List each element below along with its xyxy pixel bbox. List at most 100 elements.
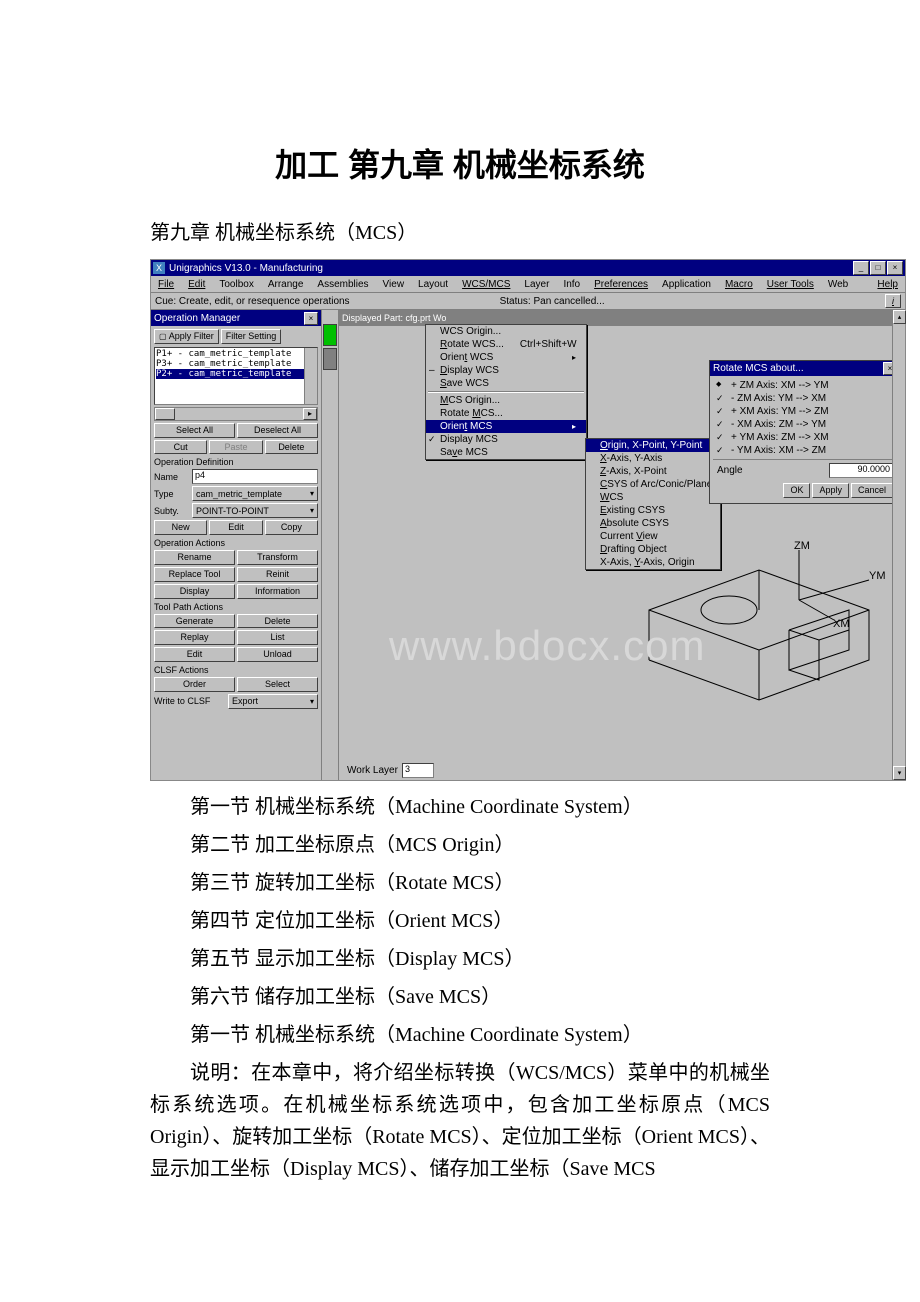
menu-preferences[interactable]: Preferences (589, 279, 653, 290)
scroll-right-icon[interactable]: ▸ (303, 408, 317, 420)
name-label: Name (154, 472, 188, 482)
display-button[interactable]: Display (154, 584, 235, 599)
export-dropdown[interactable]: Export▾ (228, 694, 318, 709)
menu-view[interactable]: View (378, 279, 410, 290)
submenu-csys-arc[interactable]: CSYS of Arc/Conic/Plane (586, 478, 720, 491)
list-item[interactable]: P1+ - cam_metric_template (156, 349, 316, 359)
generate-button[interactable]: Generate (154, 614, 235, 629)
replay-button[interactable]: Replay (154, 630, 235, 645)
menu-layer[interactable]: Layer (519, 279, 554, 290)
section-4: 第四节 定位加工坐标（Orient MCS） (150, 905, 770, 937)
indicator-gray (323, 348, 337, 370)
submenu-zaxis-xpoint[interactable]: Z-Axis, X-Point (586, 465, 720, 478)
menu-display-wcs[interactable]: Display WCS (426, 364, 586, 377)
tpa-delete-button[interactable]: Delete (237, 614, 318, 629)
list-hscroll[interactable]: ▸ (154, 407, 318, 421)
submenu-xaxis-yaxis[interactable]: X-Axis, Y-Axis (586, 452, 720, 465)
rot-opt-mzm[interactable]: - ZM Axis: YM --> XM (713, 392, 897, 405)
menu-arrange[interactable]: Arrange (263, 279, 309, 290)
minimize-button[interactable]: _ (853, 261, 869, 275)
list-scrollbar[interactable] (304, 348, 317, 404)
menu-layout[interactable]: Layout (413, 279, 453, 290)
unload-button[interactable]: Unload (237, 647, 318, 662)
list-item[interactable]: P3+ - cam_metric_template (156, 359, 316, 369)
order-button[interactable]: Order (154, 677, 235, 692)
menu-mcs-origin[interactable]: MCS Origin... (426, 394, 586, 407)
rot-opt-pzm[interactable]: + ZM Axis: XM --> YM (713, 379, 897, 392)
paste-button[interactable]: Paste (209, 440, 262, 455)
select-button[interactable]: Select (237, 677, 318, 692)
scroll-up-icon[interactable]: ▴ (893, 310, 906, 324)
new-button[interactable]: New (154, 520, 207, 535)
menu-help[interactable]: Help (872, 279, 903, 290)
select-all-button[interactable]: Select All (154, 423, 235, 438)
submenu-wcs[interactable]: WCS (586, 491, 720, 504)
om-close-button[interactable]: × (304, 312, 318, 325)
menu-file[interactable]: File (153, 279, 179, 290)
menu-save-mcs[interactable]: Save MCS (426, 446, 586, 459)
menu-application[interactable]: Application (657, 279, 716, 290)
menu-macro[interactable]: Macro (720, 279, 758, 290)
type-dropdown[interactable]: cam_metric_template▾ (192, 486, 318, 501)
rot-opt-mym[interactable]: - YM Axis: XM --> ZM (713, 444, 897, 457)
menu-edit[interactable]: Edit (183, 279, 210, 290)
copy-button[interactable]: Copy (265, 520, 318, 535)
menu-wcs-mcs[interactable]: WCS/MCS (457, 279, 515, 290)
list-item[interactable]: P2+ - cam_metric_template (156, 369, 316, 379)
wcs-mcs-menu: WCS Origin... Rotate WCS...Ctrl+Shift+W … (425, 324, 587, 460)
menu-user-tools[interactable]: User Tools (762, 279, 819, 290)
replace-tool-button[interactable]: Replace Tool (154, 567, 235, 582)
rot-opt-pym[interactable]: + YM Axis: ZM --> XM (713, 431, 897, 444)
cut-button[interactable]: Cut (154, 440, 207, 455)
filter-setting-button[interactable]: Filter Setting (221, 329, 282, 344)
menu-save-wcs[interactable]: Save WCS (426, 377, 586, 390)
graphics-canvas[interactable]: Displayed Part: cfg.prt Wo WCS Origin...… (339, 310, 905, 780)
submenu-existing-csys[interactable]: Existing CSYS (586, 504, 720, 517)
close-button[interactable]: × (887, 261, 903, 275)
scroll-thumb[interactable] (155, 408, 175, 420)
menu-wcs-origin[interactable]: WCS Origin... (426, 325, 586, 338)
canvas-vscroll[interactable]: ▴ ▾ (892, 310, 905, 780)
submenu-xaxis-yaxis-origin[interactable]: X-Axis, Y-Axis, Origin (586, 556, 720, 569)
subtype-dropdown[interactable]: POINT-TO-POINT▾ (192, 503, 318, 518)
deselect-all-button[interactable]: Deselect All (237, 423, 318, 438)
cue-bar: Cue: Create, edit, or resequence operati… (151, 293, 905, 310)
scroll-down-icon[interactable]: ▾ (893, 766, 906, 780)
maximize-button[interactable]: □ (870, 261, 886, 275)
ok-button[interactable]: OK (783, 483, 810, 498)
transform-button[interactable]: Transform (237, 550, 318, 565)
submenu-drafting-object[interactable]: Drafting Object (586, 543, 720, 556)
info-icon[interactable]: i (885, 294, 901, 308)
menu-web[interactable]: Web (823, 279, 853, 290)
submenu-current-view[interactable]: Current View (586, 530, 720, 543)
edit-button[interactable]: Edit (209, 520, 262, 535)
submenu-origin-xpt-ypt[interactable]: Origin, X-Point, Y-Point (586, 439, 720, 452)
menu-orient-wcs[interactable]: Orient WCS (426, 351, 586, 364)
menu-info[interactable]: Info (558, 279, 585, 290)
menu-orient-mcs[interactable]: Orient MCS (426, 420, 586, 433)
work-layer-input[interactable]: 3 (402, 763, 434, 778)
delete-button[interactable]: Delete (265, 440, 318, 455)
menu-display-mcs[interactable]: Display MCS (426, 433, 586, 446)
reinit-button[interactable]: Reinit (237, 567, 318, 582)
cancel-button[interactable]: Cancel (851, 483, 893, 498)
rename-button[interactable]: Rename (154, 550, 235, 565)
menu-rotate-mcs[interactable]: Rotate MCS... (426, 407, 586, 420)
submenu-absolute-csys[interactable]: Absolute CSYS (586, 517, 720, 530)
angle-input[interactable]: 90.0000 (829, 463, 893, 478)
list-button[interactable]: List (237, 630, 318, 645)
chapter-heading: 第九章 机械坐标系统（MCS） (150, 216, 840, 245)
information-button[interactable]: Information (237, 584, 318, 599)
apply-button[interactable]: Apply (812, 483, 849, 498)
dialog-titlebar: Rotate MCS about... × (710, 361, 900, 376)
menu-assemblies[interactable]: Assemblies (312, 279, 373, 290)
rot-opt-mxm[interactable]: - XM Axis: ZM --> YM (713, 418, 897, 431)
operation-list[interactable]: P1+ - cam_metric_template P3+ - cam_metr… (154, 347, 318, 405)
tpa-edit-button[interactable]: Edit (154, 647, 235, 662)
chevron-down-icon: ▾ (310, 489, 314, 498)
apply-filter-toggle[interactable]: Apply Filter (154, 329, 219, 344)
name-input[interactable]: p4 (192, 469, 318, 484)
menu-rotate-wcs[interactable]: Rotate WCS...Ctrl+Shift+W (426, 338, 586, 351)
rot-opt-pxm[interactable]: + XM Axis: YM --> ZM (713, 405, 897, 418)
menu-toolbox[interactable]: Toolbox (214, 279, 258, 290)
